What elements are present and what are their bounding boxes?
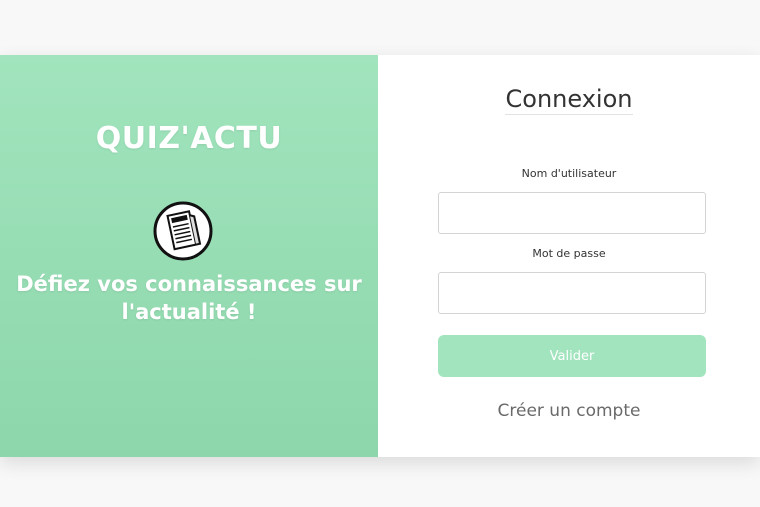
password-label: Mot de passe: [532, 247, 606, 260]
form-title: Connexion: [378, 85, 760, 115]
login-panel: Connexion Nom d'utilisateur Mot de passe…: [378, 55, 760, 457]
app-title: QUIZ'ACTU: [95, 121, 283, 156]
username-label: Nom d'utilisateur: [521, 167, 617, 180]
tagline: Défiez vos connaissances sur l'actualité…: [16, 272, 362, 324]
brand-panel: QUIZ'ACTU Défiez vos connaissances sur l…: [0, 55, 378, 457]
username-input[interactable]: [438, 192, 706, 234]
password-input[interactable]: [438, 272, 706, 314]
login-card: QUIZ'ACTU Défiez vos connaissances sur l…: [0, 55, 760, 457]
form-title-text: Connexion: [504, 85, 634, 115]
newspaper-icon: [153, 201, 213, 261]
create-account-link[interactable]: Créer un compte: [378, 401, 760, 421]
submit-button[interactable]: Valider: [438, 335, 706, 377]
